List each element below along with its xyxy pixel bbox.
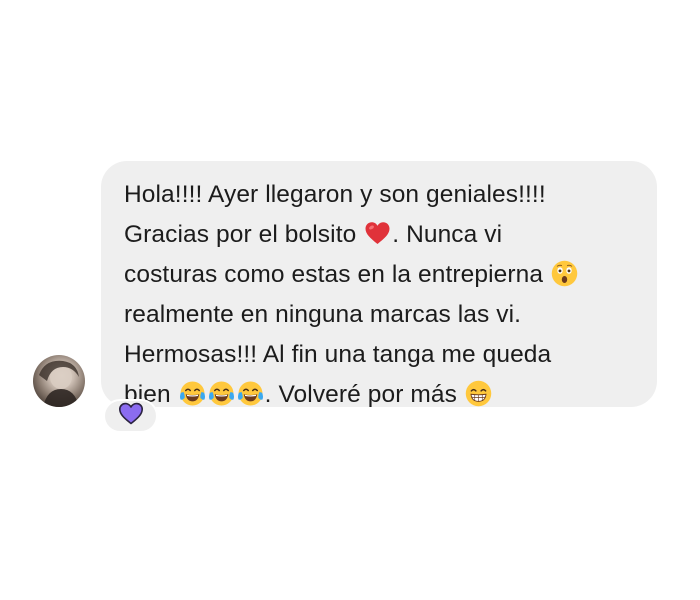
- sender-avatar[interactable]: [33, 355, 85, 407]
- message-text-segment: . Volveré por más: [264, 381, 464, 408]
- reaction-badge[interactable]: [103, 399, 158, 433]
- tears-of-joy-emoji: [179, 380, 206, 407]
- red-heart-emoji: [364, 220, 391, 247]
- message-row: Hola!!!! Ayer llegaron y son geniales!!!…: [0, 0, 700, 600]
- purple-heart-icon: [118, 402, 144, 430]
- tears-of-joy-emoji: [237, 380, 264, 407]
- reaction-badge-inner: [105, 401, 156, 431]
- message-bubble[interactable]: Hola!!!! Ayer llegaron y son geniales!!!…: [101, 161, 657, 408]
- tears-of-joy-emoji: [208, 380, 235, 407]
- beaming-grin-emoji: [465, 380, 492, 407]
- astonished-face-emoji: [551, 260, 578, 287]
- message-text: Hola!!!! Ayer llegaron y son geniales!!!…: [124, 175, 643, 415]
